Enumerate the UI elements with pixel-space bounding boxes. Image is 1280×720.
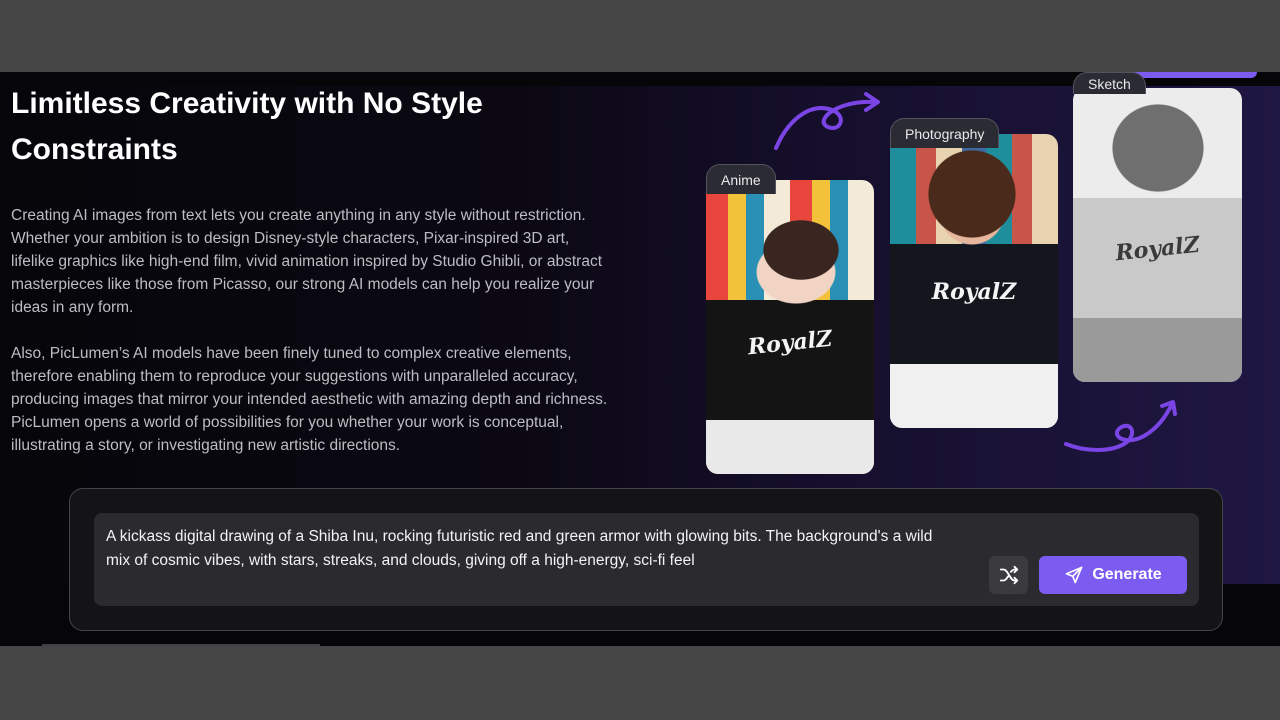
prompt-panel: A kickass digital drawing of a Shiba Inu… <box>69 488 1223 631</box>
sketch-style-card[interactable]: RoyalZ <box>1073 88 1242 382</box>
divider <box>42 644 320 646</box>
anime-style-tag: Anime <box>706 164 776 194</box>
page-title: Limitless Creativity with No Style Const… <box>11 87 483 166</box>
send-icon <box>1065 566 1083 584</box>
curly-arrow-top-icon <box>774 92 880 150</box>
photography-style-card[interactable]: RoyalZ <box>890 134 1058 428</box>
intro-paragraph: Creating AI images from text lets you cr… <box>11 207 602 316</box>
detail-paragraph: Also, PicLumen’s AI models have been fin… <box>11 345 608 454</box>
shuffle-icon <box>999 565 1018 585</box>
generate-button[interactable]: Generate <box>1039 556 1187 594</box>
prompt-input[interactable]: A kickass digital drawing of a Shiba Inu… <box>94 513 1199 606</box>
anime-style-card[interactable]: RoyalZ <box>706 180 874 474</box>
curly-arrow-bottom-icon <box>1064 400 1177 452</box>
shuffle-prompt-button[interactable] <box>989 556 1028 594</box>
prompt-text[interactable]: A kickass digital drawing of a Shiba Inu… <box>106 525 946 573</box>
generate-label: Generate <box>1092 566 1162 583</box>
sketch-style-tag: Sketch <box>1073 72 1146 94</box>
photography-shirt-text: RoyalZ <box>931 279 1017 305</box>
photography-style-tag: Photography <box>890 118 1000 148</box>
